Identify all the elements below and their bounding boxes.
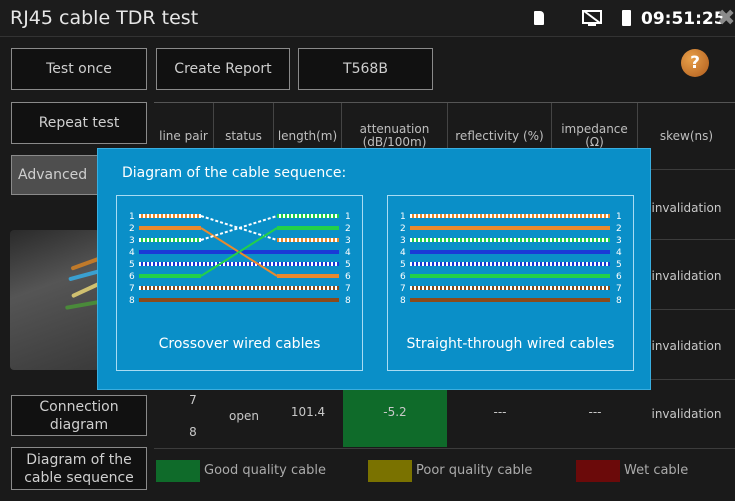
test-once-button[interactable]: Test once (11, 48, 147, 90)
crossover-label: Crossover wired cables (158, 336, 321, 352)
advanced-button[interactable]: Advanced (11, 155, 101, 195)
svg-text:3: 3 (129, 236, 135, 246)
connection-diagram-button[interactable]: Connection diagram (11, 395, 147, 436)
svg-text:6: 6 (616, 272, 622, 282)
svg-text:3: 3 (345, 236, 351, 246)
skew-cell: invalidation (651, 339, 722, 353)
header-skew: skew(ns) (659, 128, 714, 143)
cable-sequence-button[interactable]: Diagram of the cable sequence (11, 447, 147, 490)
pair-number: 8 (189, 425, 197, 439)
svg-text:5: 5 (616, 260, 622, 270)
svg-text:6: 6 (345, 272, 351, 282)
title-bar: RJ45 cable TDR test 09:51:25 ✖ (0, 0, 735, 37)
svg-text:5: 5 (129, 260, 135, 270)
svg-text:6: 6 (129, 272, 135, 282)
length-cell: 101.4 (290, 405, 326, 419)
cable-sequence-dialog[interactable]: Diagram of the cable sequence: 1 2 3 4 5 6 7 8 … (97, 148, 651, 390)
svg-text:2: 2 (616, 224, 622, 234)
straight-through-diagram: 1 2 3 4 5 6 7 8 1 2 3 4 5 6 7 8 Straight-through wired… (387, 195, 634, 371)
dialog-title: Diagram of the cable sequence: (122, 165, 347, 181)
legend-good-label: Good quality cable (204, 463, 326, 478)
legend-wet-swatch (576, 460, 620, 482)
attenuation-cell: -5.2 (383, 405, 407, 419)
svg-text:2: 2 (345, 224, 351, 234)
svg-text:7: 7 (129, 284, 135, 294)
svg-text:8: 8 (616, 296, 622, 306)
legend-poor-label: Poor quality cable (416, 463, 533, 478)
svg-text:4: 4 (616, 248, 622, 258)
svg-text:2: 2 (400, 224, 406, 234)
help-icon[interactable]: ? (681, 49, 709, 77)
svg-text:1: 1 (345, 212, 351, 222)
close-icon[interactable]: ✖ (717, 6, 735, 31)
svg-text:5: 5 (345, 260, 351, 270)
svg-text:5: 5 (400, 260, 406, 270)
svg-text:8: 8 (345, 296, 351, 306)
svg-text:3: 3 (616, 236, 622, 246)
standard-select-button[interactable]: T568B (298, 48, 433, 90)
svg-text:4: 4 (400, 248, 406, 258)
skew-cell: invalidation (651, 407, 722, 421)
svg-text:2: 2 (129, 224, 135, 234)
sd-card-icon (534, 11, 544, 25)
svg-text:4: 4 (129, 248, 135, 258)
svg-text:6: 6 (400, 272, 406, 282)
svg-text:1: 1 (400, 212, 406, 222)
legend-good-swatch (156, 460, 200, 482)
create-report-button[interactable]: Create Report (156, 48, 290, 90)
legend-poor-swatch (368, 460, 412, 482)
svg-text:7: 7 (400, 284, 406, 294)
svg-text:3: 3 (400, 236, 406, 246)
legend-wet-label: Wet cable (624, 463, 689, 478)
screen-off-icon (582, 10, 602, 26)
svg-text:8: 8 (129, 296, 135, 306)
impedance-cell: --- (588, 405, 602, 419)
crossover-diagram: 1 2 3 4 5 6 7 8 1 2 3 4 5 6 7 8 Crossover wired cables (116, 195, 363, 371)
cable-photo (10, 230, 111, 370)
svg-text:8: 8 (400, 296, 406, 306)
skew-cell: invalidation (651, 269, 722, 283)
svg-text:1: 1 (616, 212, 622, 222)
skew-cell: invalidation (651, 201, 722, 215)
pair-number: 7 (189, 393, 197, 407)
straight-through-label: Straight-through wired cables (406, 336, 615, 352)
svg-text:7: 7 (345, 284, 351, 294)
svg-text:4: 4 (345, 248, 351, 258)
repeat-test-button[interactable]: Repeat test (11, 102, 147, 144)
reflectivity-cell: --- (493, 405, 507, 419)
clock: 09:51:25 (641, 9, 726, 29)
svg-text:7: 7 (616, 284, 622, 294)
svg-text:1: 1 (129, 212, 135, 222)
window-title: RJ45 cable TDR test (10, 7, 199, 29)
battery-icon (622, 10, 631, 26)
status-cell: open (229, 409, 259, 423)
